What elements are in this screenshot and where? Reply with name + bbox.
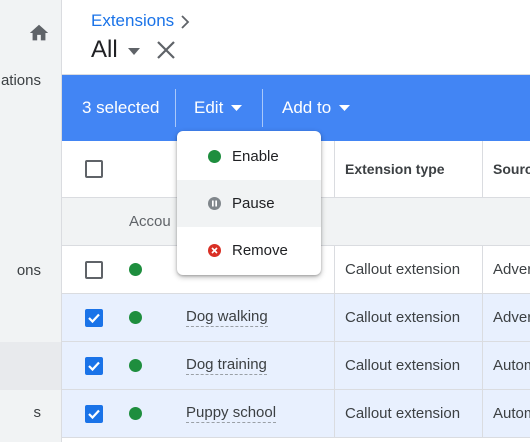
column-header-extension-type[interactable]: Extension type [345, 141, 445, 197]
close-icon[interactable] [156, 40, 176, 60]
extension-type: Callout extension [345, 261, 461, 278]
breadcrumb-extensions[interactable]: Extensions [91, 11, 174, 31]
column-header-source[interactable]: Sourc [493, 141, 530, 197]
menu-item-label: Remove [232, 242, 288, 259]
table-row[interactable]: Dog walking Callout extension Adver [62, 294, 530, 342]
enable-icon [208, 150, 221, 163]
extension-name[interactable]: Dog walking [186, 308, 268, 327]
extension-source: Autom [493, 357, 530, 374]
extension-type: Callout extension [345, 357, 461, 374]
extension-name[interactable]: Puppy school [186, 404, 277, 423]
status-enabled-icon [129, 311, 142, 324]
row-checkbox-checked[interactable] [85, 308, 103, 327]
group-label: Accou [129, 213, 171, 230]
page-header: Extensions All [62, 0, 530, 75]
extension-type: Callout extension [345, 309, 461, 326]
table-row[interactable]: Puppy school Callout extension Autom [62, 390, 530, 438]
remove-icon [208, 244, 221, 257]
row-checkbox-checked[interactable] [85, 404, 103, 423]
checkmark-icon [88, 409, 100, 419]
selected-count: 3 selected [82, 98, 160, 117]
divider [262, 89, 263, 127]
edit-dropdown-menu: Enable Pause Remove [177, 131, 321, 275]
select-all-checkbox[interactable] [85, 160, 103, 178]
status-enabled-icon [129, 359, 142, 372]
menu-item-pause[interactable]: Pause [177, 180, 321, 227]
sidebar-item-label[interactable]: ons [0, 262, 41, 279]
extension-source: Adver [493, 309, 530, 326]
sidebar-item-selected[interactable] [0, 342, 61, 390]
menu-item-remove[interactable]: Remove [177, 227, 321, 274]
extension-source: Autom [493, 405, 530, 422]
divider [175, 89, 176, 127]
sidebar-item-label[interactable]: ations [0, 72, 41, 89]
caret-down-icon [231, 105, 243, 112]
sidebar-item-label[interactable]: s [0, 404, 42, 421]
caret-down-icon[interactable] [128, 48, 140, 56]
extension-source: Adver [493, 261, 530, 278]
page-title[interactable]: All [91, 36, 118, 64]
add-to-menu-button[interactable]: Add to [282, 98, 351, 118]
checkmark-icon [88, 361, 100, 371]
edit-label: Edit [194, 98, 224, 117]
home-icon[interactable] [28, 22, 50, 44]
menu-item-enable[interactable]: Enable [177, 133, 321, 180]
add-to-label: Add to [282, 98, 332, 117]
sidebar: ations ons s [0, 0, 62, 442]
extension-type: Callout extension [345, 405, 461, 422]
row-checkbox-checked[interactable] [85, 356, 103, 375]
checkmark-icon [88, 313, 100, 323]
caret-down-icon [339, 105, 351, 112]
edit-menu-button[interactable]: Edit [194, 98, 243, 118]
chevron-right-icon [181, 15, 190, 29]
pause-icon [208, 197, 221, 210]
status-enabled-icon [129, 263, 142, 276]
table-row[interactable]: Dog training Callout extension Autom [62, 342, 530, 390]
row-checkbox[interactable] [85, 260, 103, 279]
menu-item-label: Pause [232, 195, 275, 212]
menu-item-label: Enable [232, 148, 279, 165]
status-enabled-icon [129, 407, 142, 420]
extension-name[interactable]: Dog training [186, 356, 267, 375]
